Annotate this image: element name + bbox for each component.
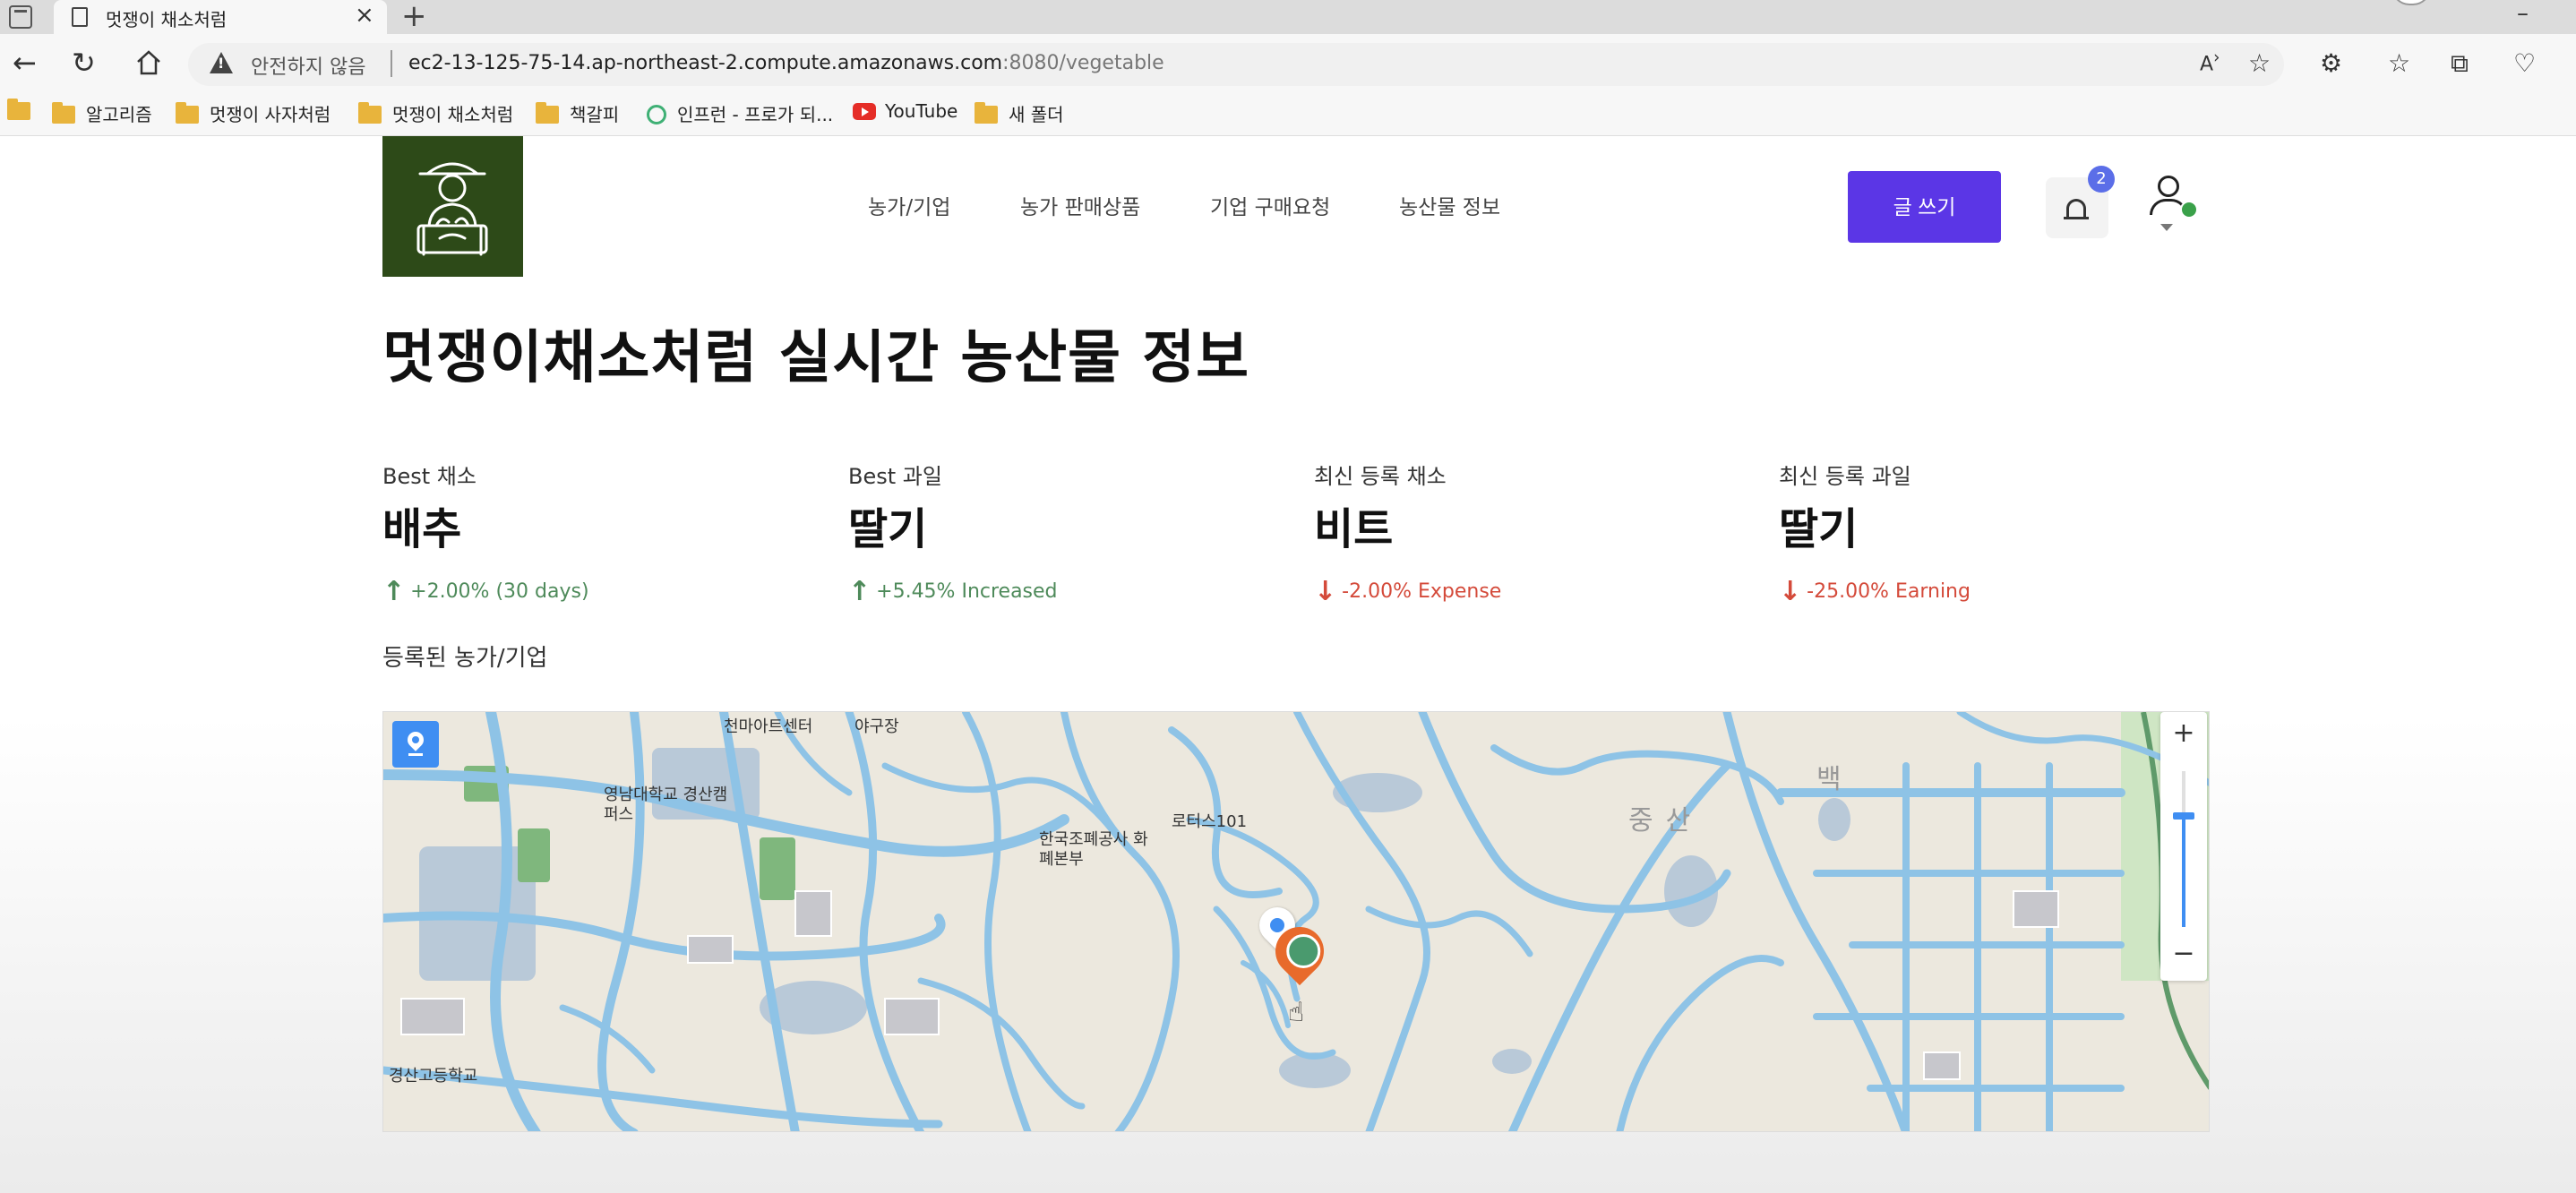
favorite-add-icon[interactable]: ☆ — [2248, 48, 2271, 78]
map-label: 야구장 — [854, 717, 899, 736]
address-bar: ← ↻ ! 안전하지 않음 ec2-13-125-75-14.ap-northe… — [0, 34, 2576, 95]
tab-actions-icon[interactable] — [9, 5, 32, 29]
stat-label: Best 채소 — [382, 464, 477, 489]
online-status-dot — [2180, 201, 2198, 219]
home-icon[interactable] — [134, 48, 163, 77]
stat-label: Best 과일 — [848, 464, 942, 489]
collections-icon[interactable]: ⧉ — [2451, 48, 2469, 79]
section-label-registered-farms: 등록된 농가/기업 — [382, 645, 548, 672]
favorites-icon[interactable]: ☆ — [2388, 48, 2410, 78]
nav-farms[interactable]: 농가/기업 — [868, 190, 950, 220]
browser-tab[interactable]: 멋쟁이 채소처럼 × — [54, 0, 387, 34]
zoom-slider-handle[interactable] — [2173, 812, 2194, 820]
folder-icon — [536, 102, 559, 124]
extensions-icon[interactable]: ⚙ — [2320, 48, 2342, 78]
notification-badge: 2 — [2088, 166, 2115, 193]
arrow-up-icon: ↑ — [848, 576, 872, 607]
chevron-down-icon — [2160, 224, 2173, 231]
minimize-icon[interactable]: – — [2517, 0, 2529, 27]
nav-produce-info[interactable]: 농산물 정보 — [1399, 190, 1500, 220]
arrow-down-icon: ↓ — [1314, 576, 1337, 607]
bookmark-vegetable[interactable]: 멋쟁이 채소처럼 — [358, 100, 513, 126]
stat-value: 딸기 — [848, 504, 928, 554]
inflearn-icon — [647, 105, 666, 124]
page-content: 농가/기업 농가 판매상품 기업 구매요청 농산물 정보 글 쓰기 2 멋쟁이채… — [0, 136, 2576, 1193]
stat-delta: ↓ -2.00% Expense — [1314, 576, 1502, 607]
folder-icon — [176, 102, 199, 124]
map-label: 로터스101 — [1172, 812, 1248, 831]
security-status[interactable]: 안전하지 않음 — [251, 51, 365, 80]
stat-value: 배추 — [382, 504, 462, 554]
tab-title: 멋쟁이 채소처럼 — [106, 9, 228, 30]
map-label: 경산고등학교 — [389, 1067, 478, 1086]
tab-close-icon[interactable]: × — [355, 2, 374, 29]
user-icon — [2158, 176, 2179, 197]
bookmark-bookmarks[interactable]: 책갈피 — [536, 100, 619, 126]
arrow-up-icon: ↑ — [382, 576, 406, 607]
user-menu[interactable] — [2148, 172, 2202, 235]
farm-map[interactable]: 천마아트센터 야구장 영남대학교 경산캠퍼스 한국조폐공사 화폐본부 로터스10… — [382, 711, 2210, 1132]
bookmark-likelion[interactable]: 멋쟁이 사자처럼 — [176, 100, 331, 126]
nav-farm-products[interactable]: 농가 판매상품 — [1020, 190, 1140, 220]
site-logo[interactable] — [382, 136, 523, 277]
bookmark-algorithm[interactable]: 알고리즘 — [52, 100, 152, 126]
stat-delta: ↑ +2.00% (30 days) — [382, 576, 589, 607]
map-label: 한국조폐공사 화폐본부 — [1039, 830, 1148, 869]
zoom-in-button[interactable]: + — [2160, 717, 2207, 749]
zoom-control: + − — [2160, 712, 2207, 981]
map-label: 천마아트센터 — [724, 717, 813, 736]
profile-icon[interactable] — [2391, 0, 2431, 5]
folder-icon — [358, 102, 382, 124]
stat-label: 최신 등록 과일 — [1779, 464, 1911, 489]
reload-icon[interactable]: ↻ — [72, 45, 96, 81]
stat-delta: ↑ +5.45% Increased — [848, 576, 1058, 607]
page-title: 멋쟁이채소처럼 실시간 농산물 정보 — [382, 325, 1250, 391]
read-aloud-icon[interactable]: A› — [2200, 48, 2220, 75]
nav-company-requests[interactable]: 기업 구매요청 — [1210, 190, 1330, 220]
page-icon — [72, 7, 88, 27]
arrow-down-icon: ↓ — [1779, 576, 1802, 607]
stat-label: 최신 등록 채소 — [1314, 464, 1447, 489]
bookmarks-bar: 알고리즘 멋쟁이 사자처럼 멋쟁이 채소처럼 책갈피 인프런 - 프로가 되..… — [0, 95, 2576, 136]
stat-card-best-fruit: Best 과일 딸기 ↑ +5.45% Increased — [848, 459, 1278, 607]
locate-me-button[interactable] — [392, 721, 439, 768]
hand-cursor-icon: ☝ — [1288, 997, 1305, 1028]
bookmark-new-folder[interactable]: 새 폴더 — [975, 100, 1064, 126]
divider — [391, 50, 392, 77]
browser-essentials-icon[interactable]: ♡ — [2513, 48, 2536, 78]
back-icon[interactable]: ← — [13, 45, 37, 81]
write-button[interactable]: 글 쓰기 — [1848, 171, 2001, 243]
map-label: 중산 — [1628, 805, 1704, 837]
stat-value: 딸기 — [1779, 504, 1859, 554]
stat-card-latest-vegetable: 최신 등록 채소 비트 ↓ -2.00% Expense — [1314, 459, 1744, 607]
stat-value: 비트 — [1314, 504, 1394, 554]
youtube-icon — [853, 103, 876, 120]
stat-card-latest-fruit: 최신 등록 과일 딸기 ↓ -25.00% Earning — [1779, 459, 2209, 607]
tab-strip: 멋쟁이 채소처럼 × + – — [0, 0, 2576, 34]
folder-icon — [975, 102, 998, 124]
stat-delta: ↓ -25.00% Earning — [1779, 576, 1971, 607]
url-text[interactable]: ec2-13-125-75-14.ap-northeast-2.compute.… — [408, 52, 1164, 74]
map-label: 백 — [1816, 764, 1842, 795]
bell-icon — [2064, 199, 2089, 219]
stat-card-best-vegetable: Best 채소 배추 ↑ +2.00% (30 days) — [382, 459, 812, 607]
url-field[interactable]: ! 안전하지 않음 ec2-13-125-75-14.ap-northeast-… — [188, 43, 2284, 86]
new-tab-button[interactable]: + — [401, 0, 427, 34]
zoom-out-button[interactable]: − — [2160, 938, 2207, 969]
bookmark-youtube[interactable]: YouTube — [853, 100, 957, 122]
bookmark-inflearn[interactable]: 인프런 - 프로가 되... — [647, 100, 833, 126]
folder-icon — [52, 102, 75, 124]
map-tiles — [383, 712, 2209, 1131]
map-label: 영남대학교 경산캠퍼스 — [604, 785, 728, 824]
location-pin-icon — [404, 728, 427, 751]
farmer-logo-icon — [416, 162, 488, 256]
bookmark-folder-icon[interactable] — [7, 99, 41, 122]
